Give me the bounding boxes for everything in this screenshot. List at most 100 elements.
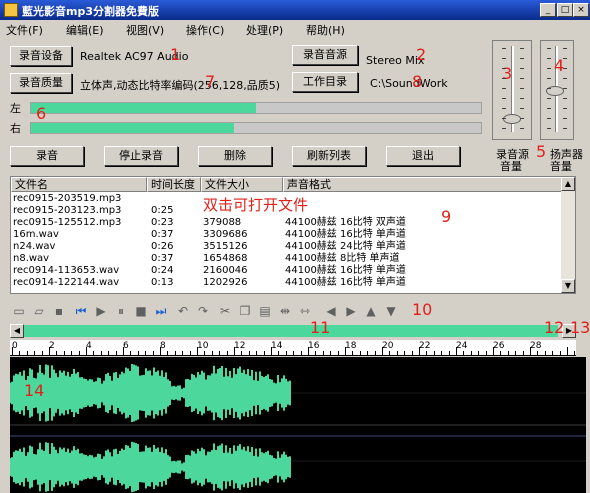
delete-button[interactable]: 删除	[198, 146, 272, 166]
menu-file[interactable]: 文件(F)	[6, 22, 43, 38]
slider-tick	[547, 88, 551, 89]
zoom-in-icon[interactable]: ▲	[362, 302, 380, 320]
slider-tick	[547, 58, 551, 59]
list-scrollbar[interactable]: ▲ ▼	[561, 177, 575, 293]
ruler-label: 12	[234, 341, 246, 351]
undo-icon[interactable]: ↶	[174, 302, 192, 320]
work-dir-button[interactable]: 工作目录	[292, 72, 358, 92]
go-start-icon[interactable]: ⏮	[72, 302, 90, 320]
ruler-tick	[86, 347, 87, 355]
ruler-label: 16	[308, 341, 320, 351]
record-quality-button[interactable]: 录音质量	[10, 73, 72, 93]
new-file-icon[interactable]: ▭	[10, 302, 28, 320]
menu-process[interactable]: 处理(P)	[246, 22, 283, 38]
stop-icon[interactable]: ■	[132, 302, 150, 320]
cut-icon[interactable]: ✂	[216, 302, 234, 320]
menu-edit[interactable]: 编辑(E)	[66, 22, 104, 38]
cell-size: 1202926	[203, 277, 248, 288]
waveform-view[interactable]: 14	[10, 357, 586, 493]
cell-size: 2160046	[203, 265, 248, 276]
record-source-button[interactable]: 录音音源	[292, 45, 358, 65]
zoom-right-icon[interactable]: ▶	[342, 302, 360, 320]
ruler-tick	[34, 351, 36, 355]
slider-tick	[502, 118, 506, 119]
ruler-tick	[108, 351, 110, 355]
col-header-duration[interactable]: 时间长度	[147, 177, 201, 192]
record-button[interactable]: 录音	[10, 146, 84, 166]
ruler-tick	[189, 351, 191, 355]
maximize-button[interactable]: □	[557, 3, 573, 17]
pause-icon[interactable]: ⏸	[112, 302, 130, 320]
cell-filename: n8.wav	[13, 253, 50, 264]
time-ruler[interactable]: 0 2 4 6 8 10 12 14 16 18 20 22 24 26 28	[10, 340, 576, 356]
cell-format: 44100赫兹 16比特 单声道	[285, 277, 406, 288]
app-icon	[4, 3, 18, 17]
paste-icon[interactable]: ▤	[256, 302, 274, 320]
annotation-11: 11	[310, 318, 331, 337]
ruler-tick	[530, 347, 531, 355]
col-header-filename[interactable]: 文件名	[11, 177, 147, 192]
cell-duration: 0:26	[151, 241, 174, 252]
cell-duration: 0:25	[151, 205, 174, 216]
record-device-button[interactable]: 录音设备	[10, 46, 72, 66]
wave-scrollbar[interactable]: ◀ ▶	[10, 324, 576, 338]
ruler-tick	[522, 351, 524, 355]
col-header-size[interactable]: 文件大小	[201, 177, 283, 192]
file-list[interactable]: 文件名 时间长度 文件大小 声音格式 rec0915-203519.mp3 re…	[10, 176, 576, 294]
right-level-fill	[31, 123, 234, 133]
ruler-tick	[382, 347, 383, 355]
scroll-up-button[interactable]: ▲	[561, 177, 575, 191]
split-icon[interactable]: ⇹	[276, 302, 294, 320]
cell-format: 44100赫兹 8比特 单声道	[285, 253, 400, 264]
slider-tick	[563, 108, 567, 109]
ruler-tick	[389, 351, 391, 355]
cell-size: 379088	[203, 217, 242, 228]
menu-help[interactable]: 帮助(H)	[306, 22, 345, 38]
annotation-2: 2	[416, 45, 427, 64]
cell-filename: rec0915-203123.mp3	[13, 205, 122, 216]
ruler-label: 28	[530, 341, 542, 351]
refresh-list-button[interactable]: 刷新列表	[292, 146, 366, 166]
slider-tick	[547, 108, 551, 109]
exit-button[interactable]: 退出	[386, 146, 460, 166]
menu-operate[interactable]: 操作(C)	[186, 22, 224, 38]
ruler-tick	[441, 351, 443, 355]
ruler-tick	[123, 347, 124, 355]
ruler-tick	[367, 351, 369, 355]
window-title: 藍光影音mp3分割器免費版	[22, 5, 159, 18]
ruler-tick	[559, 351, 561, 355]
wave-scroll-left[interactable]: ◀	[10, 324, 24, 338]
annotation-9: 9	[441, 207, 452, 226]
cell-size: 3309686	[203, 229, 248, 240]
scroll-down-button[interactable]: ▼	[561, 279, 575, 293]
ruler-tick	[63, 351, 65, 355]
slider-tick	[547, 98, 551, 99]
ruler-tick	[426, 351, 428, 355]
ruler-tick	[500, 351, 502, 355]
ruler-tick	[234, 347, 235, 355]
open-folder-icon[interactable]: ▱	[30, 302, 48, 320]
waveform-svg	[10, 363, 586, 493]
go-end-icon[interactable]: ⏭	[152, 302, 170, 320]
stop-record-button[interactable]: 停止录音	[104, 146, 178, 166]
copy-icon[interactable]: ❐	[236, 302, 254, 320]
menu-view[interactable]: 视图(V)	[126, 22, 164, 38]
source-volume-label-2: 音量	[500, 160, 522, 173]
slider-tick	[502, 98, 506, 99]
zoom-out-icon[interactable]: ▼	[382, 302, 400, 320]
save-icon[interactable]: ▪	[50, 302, 68, 320]
ruler-tick	[204, 351, 206, 355]
wave-scroll-thumb[interactable]	[24, 325, 558, 337]
source-volume-slider[interactable]	[503, 114, 521, 124]
redo-icon[interactable]: ↷	[194, 302, 212, 320]
annotation-3: 3	[502, 64, 513, 83]
cell-duration: 0:24	[151, 265, 174, 276]
ruler-tick	[100, 351, 102, 355]
cell-filename: rec0914-122144.wav	[13, 277, 120, 288]
play-icon[interactable]: ▶	[92, 302, 110, 320]
ruler-label: 10	[197, 341, 209, 351]
close-button[interactable]: ×	[573, 3, 589, 17]
minimize-button[interactable]: _	[540, 3, 556, 17]
col-header-format[interactable]: 声音格式	[283, 177, 563, 192]
ruler-tick	[352, 351, 354, 355]
